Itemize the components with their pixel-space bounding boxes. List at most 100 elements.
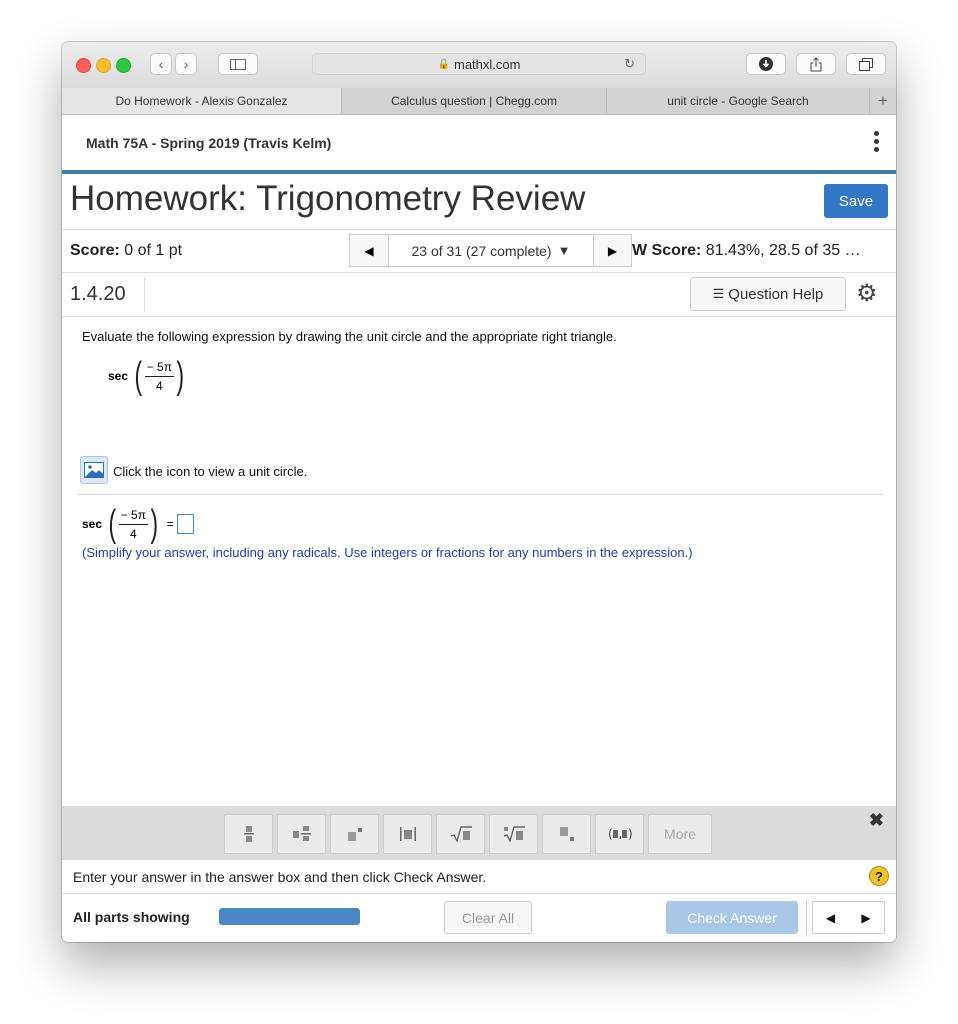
address-bar[interactable]: 🔒 mathxl.com ↻ bbox=[312, 53, 646, 75]
download-icon bbox=[759, 57, 773, 71]
ordered-pair-button[interactable]: () bbox=[595, 814, 644, 854]
question-number: 1.4.20 bbox=[70, 283, 126, 305]
parts-label: All parts showing bbox=[73, 909, 190, 925]
tab-google-search[interactable]: unit circle - Google Search bbox=[607, 88, 870, 114]
exponent-button[interactable] bbox=[330, 814, 379, 854]
unit-circle-image-icon[interactable] bbox=[80, 456, 108, 484]
previous-question-button[interactable]: ◀ bbox=[349, 234, 389, 267]
tabs-icon bbox=[859, 57, 873, 71]
image-icon bbox=[84, 462, 104, 478]
minimize-window-button[interactable] bbox=[96, 58, 111, 73]
plus-icon: + bbox=[878, 91, 888, 110]
question-select-label: 23 of 31 (27 complete) bbox=[411, 242, 552, 259]
equals-sign: = bbox=[166, 517, 174, 531]
numerator: − 5π bbox=[118, 508, 148, 525]
close-window-button[interactable] bbox=[76, 58, 91, 73]
next-button[interactable]: ▶ bbox=[848, 901, 885, 934]
subscript-icon bbox=[559, 827, 574, 841]
save-button[interactable]: Save bbox=[824, 184, 888, 218]
ordered-pair-icon: () bbox=[608, 827, 632, 841]
check-answer-button[interactable]: Check Answer bbox=[666, 901, 798, 934]
triangle-right-icon: ▶ bbox=[607, 243, 618, 258]
progress-bar bbox=[219, 908, 360, 925]
more-options-icon[interactable] bbox=[874, 131, 880, 155]
tab-bar: Do Homework - Alexis Gonzalez Calculus q… bbox=[62, 88, 896, 115]
fraction-icon bbox=[243, 826, 254, 842]
triangle-left-icon: ◀ bbox=[364, 243, 374, 258]
status-text: Enter your answer in the answer box and … bbox=[73, 869, 487, 885]
footer-bar: All parts showing Clear All Check Answer… bbox=[62, 894, 896, 942]
hw-score-label: W Score: bbox=[632, 242, 702, 259]
zoom-window-button[interactable] bbox=[116, 58, 131, 73]
downloads-button[interactable] bbox=[746, 53, 786, 75]
previous-button[interactable]: ◀ bbox=[812, 901, 849, 934]
question-help-button[interactable]: ☰ Question Help bbox=[690, 277, 846, 311]
score-label: Score: bbox=[70, 242, 120, 259]
absolute-value-button[interactable] bbox=[383, 814, 432, 854]
divider bbox=[78, 494, 883, 495]
question-select[interactable]: 23 of 31 (27 complete) ▼ bbox=[389, 234, 594, 267]
browser-window: ‹ › 🔒 mathxl.com ↻ Do Homework - Alexis … bbox=[62, 42, 896, 942]
tab-chegg[interactable]: Calculus question | Chegg.com bbox=[342, 88, 607, 114]
answer-row: sec ( − 5π 4 ) = bbox=[82, 505, 194, 543]
browser-toolbar: ‹ › 🔒 mathxl.com ↻ bbox=[62, 42, 896, 89]
mixed-number-icon bbox=[292, 826, 311, 841]
left-paren: ( bbox=[108, 503, 117, 545]
tab-label: Do Homework - Alexis Gonzalez bbox=[115, 94, 288, 108]
subscript-button[interactable] bbox=[542, 814, 591, 854]
question-content: Evaluate the following expression by dra… bbox=[62, 317, 896, 805]
score-bar: Score: 0 of 1 pt ◀ 23 of 31 (27 complete… bbox=[62, 230, 896, 273]
answer-input[interactable] bbox=[176, 514, 194, 534]
close-icon[interactable]: ✖ bbox=[869, 810, 884, 831]
denominator: 4 bbox=[129, 526, 137, 541]
exponent-icon bbox=[347, 828, 362, 841]
gear-icon[interactable]: ⚙ bbox=[856, 279, 878, 308]
triangle-left-icon: ◀ bbox=[825, 910, 836, 925]
chevron-right-icon: › bbox=[183, 56, 189, 72]
left-paren: ( bbox=[134, 355, 143, 397]
square-root-button[interactable] bbox=[436, 814, 485, 854]
question-prompt: Evaluate the following expression by dra… bbox=[82, 329, 617, 344]
question-score: Score: 0 of 1 pt bbox=[70, 242, 182, 260]
list-icon: ☰ bbox=[712, 286, 725, 301]
lock-icon: 🔒 bbox=[437, 58, 450, 70]
question-help-label: Question Help bbox=[728, 285, 824, 303]
nth-root-button[interactable] bbox=[489, 814, 538, 854]
homework-header: Homework: Trigonometry Review Save bbox=[62, 174, 896, 230]
answer-hint: (Simplify your answer, including any rad… bbox=[82, 545, 693, 560]
right-paren: ) bbox=[150, 503, 159, 545]
question-toolbar: 1.4.20 ☰ Question Help ⚙ bbox=[62, 273, 896, 317]
fraction-template-button[interactable] bbox=[224, 814, 273, 854]
fraction: − 5π 4 bbox=[144, 360, 174, 393]
divider bbox=[144, 277, 145, 312]
function-name: sec bbox=[108, 369, 129, 383]
tab-do-homework[interactable]: Do Homework - Alexis Gonzalez bbox=[62, 88, 342, 114]
clear-all-button[interactable]: Clear All bbox=[444, 901, 532, 934]
mixed-number-button[interactable] bbox=[277, 814, 326, 854]
tab-label: Calculus question | Chegg.com bbox=[391, 94, 557, 108]
tab-label: unit circle - Google Search bbox=[667, 94, 809, 108]
sidebar-toggle-button[interactable] bbox=[218, 53, 258, 75]
back-button[interactable]: ‹ bbox=[150, 53, 172, 75]
reload-icon[interactable]: ↻ bbox=[624, 56, 635, 72]
image-caption: Click the icon to view a unit circle. bbox=[113, 464, 308, 479]
share-icon bbox=[810, 56, 822, 71]
url-text: mathxl.com bbox=[453, 56, 521, 72]
score-value: 0 of 1 pt bbox=[124, 242, 183, 259]
absolute-value-icon bbox=[399, 827, 416, 841]
new-tab-button[interactable]: + bbox=[870, 88, 896, 114]
denominator: 4 bbox=[155, 378, 163, 393]
progress-fill bbox=[219, 908, 360, 925]
svg-text:(: ( bbox=[608, 827, 613, 841]
fraction: − 5π 4 bbox=[118, 508, 148, 541]
tab-overview-button[interactable] bbox=[846, 53, 886, 75]
function-name: sec bbox=[82, 517, 103, 531]
share-button[interactable] bbox=[796, 53, 836, 75]
triangle-right-icon: ▶ bbox=[861, 910, 871, 925]
course-header: Math 75A - Spring 2019 (Travis Kelm) bbox=[62, 115, 896, 174]
help-icon[interactable]: ? bbox=[869, 866, 889, 886]
forward-button[interactable]: › bbox=[175, 53, 197, 75]
more-button[interactable]: More bbox=[648, 814, 712, 854]
numerator: − 5π bbox=[144, 360, 174, 377]
next-question-button[interactable]: ▶ bbox=[594, 234, 632, 267]
